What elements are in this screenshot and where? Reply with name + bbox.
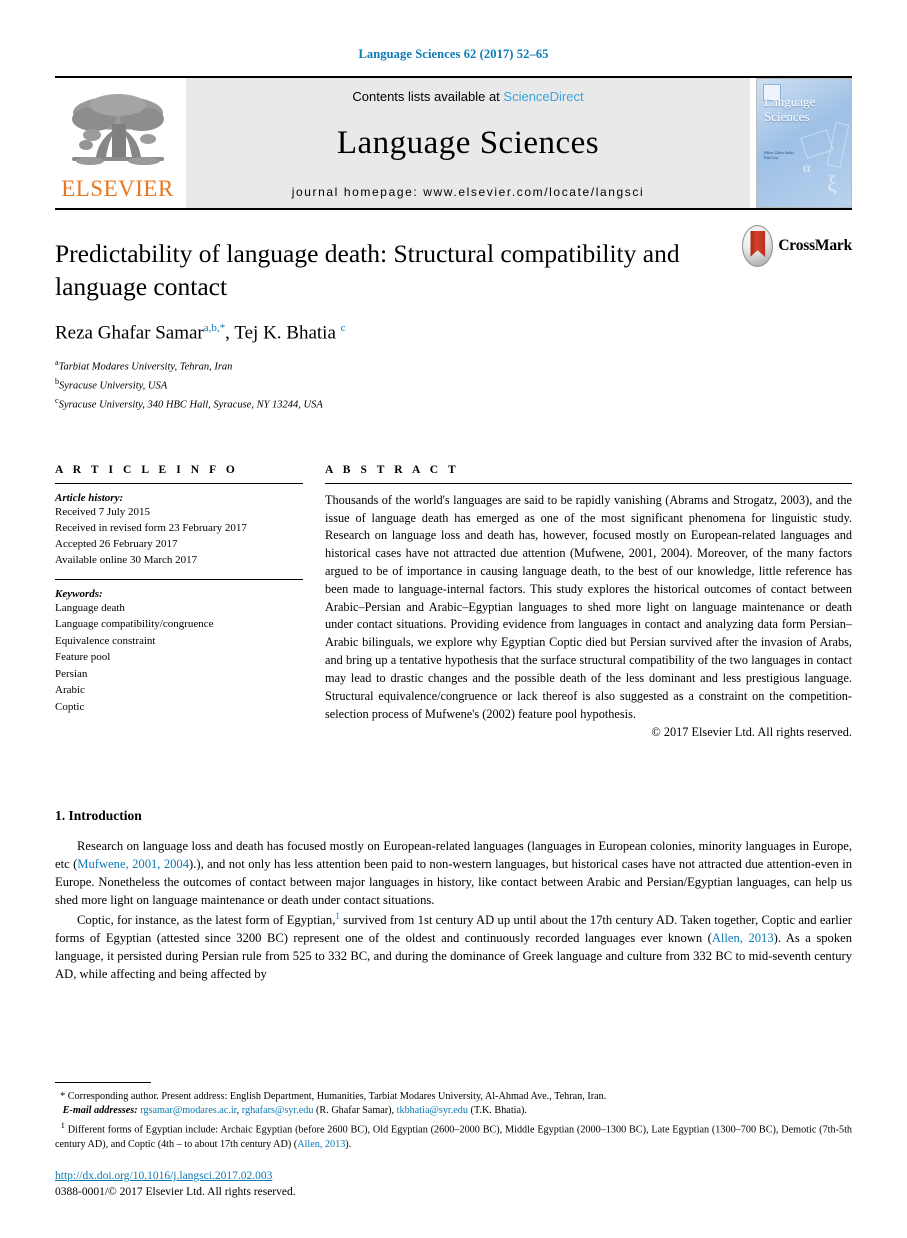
keyword-item: Arabic xyxy=(55,684,85,697)
masthead-center: Contents lists available at ScienceDirec… xyxy=(186,78,750,208)
abstract-copyright: © 2017 Elsevier Ltd. All rights reserved… xyxy=(651,725,852,740)
contents-available-line: Contents lists available at ScienceDirec… xyxy=(352,89,583,104)
info-abstract-row: A R T I C L E I N F O Article history: R… xyxy=(55,464,852,741)
affiliation-text: Syracuse University, USA xyxy=(59,380,168,392)
author-list: Reza Ghafar Samara,b,*, Tej K. Bhatia c xyxy=(55,322,346,344)
introduction-paragraph-2: Coptic, for instance, as the latest form… xyxy=(55,910,852,984)
sciencedirect-link[interactable]: ScienceDirect xyxy=(503,89,583,104)
keyword-item: Language death xyxy=(55,601,125,614)
author-name-2: Tej K. Bhatia xyxy=(234,322,336,344)
keywords-rule xyxy=(55,578,303,580)
citation-allen[interactable]: Allen, 2013 xyxy=(712,931,774,945)
keywords-label: Keywords: xyxy=(55,587,103,600)
article-info-column: A R T I C L E I N F O Article history: R… xyxy=(55,464,303,741)
footnote-citation-allen[interactable]: Allen, 2013 xyxy=(297,1139,345,1150)
affiliation-text: Syracuse University, 340 HBC Hall, Syrac… xyxy=(58,399,323,411)
affiliation-item: cSyracuse University, 340 HBC Hall, Syra… xyxy=(55,395,852,414)
para2-text-a: Coptic, for instance, as the latest form… xyxy=(77,913,336,928)
journal-homepage[interactable]: journal homepage: www.elsevier.com/locat… xyxy=(292,185,645,208)
corresponding-author-text: Corresponding author. Present address: E… xyxy=(67,1090,607,1102)
journal-masthead: ELSEVIER Contents lists available at Sci… xyxy=(55,76,852,208)
keyword-item: Persian xyxy=(55,667,88,680)
elsevier-logo: ELSEVIER xyxy=(55,78,180,208)
email-link-3[interactable]: tkbhatia@syr.edu xyxy=(397,1105,468,1116)
introduction-paragraph-1: Research on language loss and death has … xyxy=(55,838,852,910)
keywords-list: Language death Language compatibility/co… xyxy=(55,600,303,716)
issn-copyright-line: 0388-0001/© 2017 Elsevier Ltd. All right… xyxy=(55,1186,296,1198)
keyword-item: Feature pool xyxy=(55,651,111,664)
page-title: Predictability of language death: Struct… xyxy=(55,239,680,301)
running-head: Language Sciences 62 (2017) 52–65 xyxy=(358,47,549,61)
introduction-section: 1. Introduction Research on language los… xyxy=(55,808,852,983)
keyword-item: Language compatibility/congruence xyxy=(55,618,214,631)
article-history-list: Received 7 July 2015 Received in revised… xyxy=(55,504,303,569)
abstract-column: A B S T R A C T Thousands of the world's… xyxy=(325,464,852,741)
elsevier-wordmark: ELSEVIER xyxy=(61,175,174,201)
keyword-item: Coptic xyxy=(55,700,85,713)
affiliation-item: bSyracuse University, USA xyxy=(55,376,852,395)
cover-bar-glyph xyxy=(826,122,850,168)
history-item: Received in revised form 23 February 201… xyxy=(55,521,247,534)
email-link-1[interactable]: rgsamar@modares.ac.ir xyxy=(140,1105,236,1116)
author-2-affil-marker[interactable]: c xyxy=(341,322,346,334)
abstract-text: Thousands of the world's languages are s… xyxy=(325,492,852,721)
page-footer-identifiers: http://dx.doi.org/10.1016/j.langsci.2017… xyxy=(55,1170,296,1200)
article-info-heading: A R T I C L E I N F O xyxy=(55,463,239,476)
author-name-1: Reza Ghafar Samar xyxy=(55,322,204,344)
cover-xi-glyph: ξ xyxy=(827,171,837,196)
journal-cover-thumbnail: Language Sciences Editor: Gábor Szabó, P… xyxy=(756,78,852,208)
footnote-1-marker: 1 xyxy=(60,1119,65,1130)
citation-mufwene[interactable]: Mufwene, 2001, 2004 xyxy=(77,857,189,871)
email-label: E-mail addresses: xyxy=(62,1105,138,1117)
article-history-label: Article history: xyxy=(55,491,124,504)
footnote-1-text-b: ). xyxy=(345,1138,352,1150)
email-owner-2: (T.K. Bhatia). xyxy=(470,1105,527,1117)
contents-prefix: Contents lists available at xyxy=(352,89,504,104)
crossmark-badge[interactable]: CrossMark xyxy=(742,224,852,268)
affiliation-list: aTarbiat Modares University, Tehran, Ira… xyxy=(55,357,852,413)
cover-alpha-glyph: α xyxy=(803,161,811,176)
cover-title: Language Sciences xyxy=(764,94,816,124)
article-info-rule xyxy=(55,482,303,484)
elsevier-tree-icon xyxy=(71,93,164,165)
abstract-heading: A B S T R A C T xyxy=(325,463,460,476)
cover-title-line2: Sciences xyxy=(764,108,810,124)
abstract-rule xyxy=(325,482,852,484)
footnote-1: 1 Different forms of Egyptian include: A… xyxy=(55,1119,852,1152)
corresponding-author-note: * Corresponding author. Present address:… xyxy=(60,1090,607,1117)
journal-title: Language Sciences xyxy=(336,125,600,161)
affiliation-item: aTarbiat Modares University, Tehran, Ira… xyxy=(55,357,852,376)
crossmark-label: CrossMark xyxy=(778,237,852,254)
history-item: Available online 30 March 2017 xyxy=(55,554,198,567)
page-footnotes: * Corresponding author. Present address:… xyxy=(55,1081,852,1152)
email-link-2[interactable]: rghafars@syr.edu xyxy=(242,1105,314,1116)
history-item: Received 7 July 2015 xyxy=(55,505,151,518)
email-owner-1: (R. Ghafar Samar), xyxy=(316,1105,395,1117)
cover-title-line1: Language xyxy=(764,94,816,109)
title-block: CrossMark Predictability of language dea… xyxy=(55,210,852,414)
affiliation-text: Tarbiat Modares University, Tehran, Iran xyxy=(58,361,233,373)
history-item: Accepted 26 February 2017 xyxy=(55,538,178,551)
author-1-affil-marker[interactable]: a,b,* xyxy=(204,322,225,334)
footnote-1-text-a: Different forms of Egyptian include: Arc… xyxy=(55,1124,852,1150)
section-heading-introduction: 1. Introduction xyxy=(55,808,142,824)
keyword-item: Equivalence constraint xyxy=(55,634,156,647)
doi-link[interactable]: http://dx.doi.org/10.1016/j.langsci.2017… xyxy=(55,1170,296,1182)
corresponding-marker: * xyxy=(60,1090,66,1102)
crossmark-icon xyxy=(742,225,774,267)
footnote-separator xyxy=(55,1081,151,1083)
article-page: Language Sciences 62 (2017) 52–65 ELSEVI… xyxy=(0,0,907,1238)
cover-editor-text: Editor: Gábor Szabó, Paul Gray xyxy=(764,151,795,160)
